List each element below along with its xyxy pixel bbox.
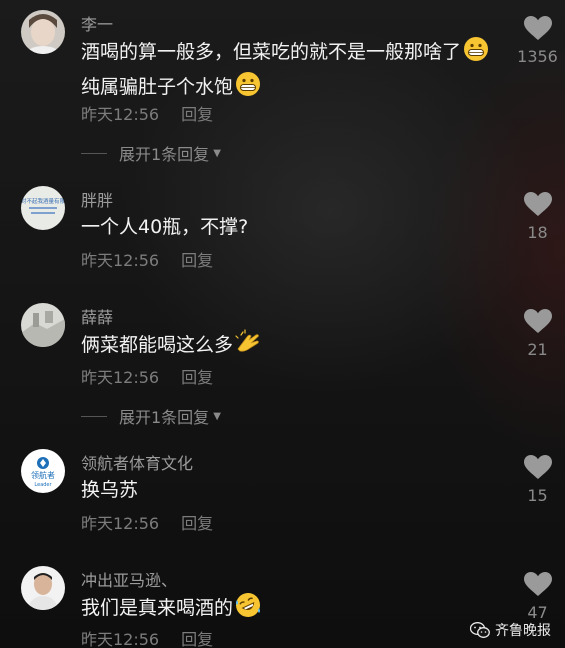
- watermark-text: 齐鲁晚报: [495, 623, 551, 639]
- grin-emoji-icon: [463, 36, 489, 71]
- comment-text-part: 俩菜都能喝这么多: [81, 334, 234, 356]
- like-count: 21: [527, 340, 548, 359]
- like-button[interactable]: 47: [510, 572, 565, 622]
- username[interactable]: 冲出亚马逊、: [81, 567, 177, 591]
- avatar-text: 领航者: [31, 470, 55, 480]
- expand-replies-button[interactable]: 展开1条回复 ▼: [81, 141, 221, 165]
- username[interactable]: 胖胖: [81, 187, 113, 211]
- like-button[interactable]: 21: [510, 309, 565, 359]
- avatar[interactable]: [21, 10, 65, 54]
- like-count: 15: [527, 486, 548, 505]
- like-count: 18: [527, 223, 548, 242]
- heart-icon: [523, 192, 552, 216]
- username[interactable]: 李一: [81, 11, 113, 35]
- avatar[interactable]: 对不起我酒量有限: [21, 186, 65, 230]
- caret-down-icon: ▼: [213, 410, 221, 422]
- like-button[interactable]: 18: [510, 192, 565, 242]
- wechat-icon: [470, 621, 490, 638]
- grin-emoji-icon: [235, 71, 261, 106]
- expand-replies-button[interactable]: 展开1条回复 ▼: [81, 404, 221, 428]
- heart-icon: [523, 572, 552, 596]
- comment-text: 一个人40瓶，不撑?: [81, 216, 249, 238]
- username[interactable]: 领航者体育文化: [81, 450, 193, 474]
- timestamp: 昨天12:56: [81, 105, 160, 124]
- comment-meta: 昨天12:56 回复: [81, 510, 213, 534]
- reply-button[interactable]: 回复: [181, 630, 213, 648]
- avatar-text: 对不起我酒量有限: [21, 197, 65, 205]
- timestamp: 昨天12:56: [81, 368, 160, 387]
- comment-meta: 昨天12:56 回复: [81, 247, 213, 271]
- like-count: 1356: [517, 47, 558, 66]
- expand-replies-label: 展开1条回复: [119, 145, 210, 164]
- comment-feed: 李一 酒喝的算一般多，但菜吃的就不是一般那啥了纯属骗肚子个水饱 昨天12:56 回…: [0, 0, 565, 648]
- divider: [81, 152, 107, 154]
- comment-text-part: 酒喝的算一般多，但菜吃的就不是一般那啥了: [81, 41, 462, 63]
- reply-button[interactable]: 回复: [181, 368, 213, 387]
- avatar[interactable]: [21, 566, 65, 610]
- clap-hand-icon: [235, 329, 261, 364]
- timestamp: 昨天12:56: [81, 251, 160, 270]
- timestamp: 昨天12:56: [81, 630, 160, 648]
- comment-meta: 昨天12:56 回复: [81, 626, 213, 648]
- avatar[interactable]: [21, 303, 65, 347]
- expand-replies-label: 展开1条回复: [119, 408, 210, 427]
- comment-text: 换乌苏: [81, 479, 139, 501]
- comment-text: 我们是真来喝酒的: [81, 592, 501, 627]
- rofl-emoji-icon: [235, 592, 261, 627]
- like-button[interactable]: 1356: [510, 16, 565, 66]
- comment-text-part: 纯属骗肚子个水饱: [81, 76, 234, 98]
- timestamp: 昨天12:56: [81, 514, 160, 533]
- heart-icon: [523, 16, 552, 40]
- username[interactable]: 薛薛: [81, 304, 113, 328]
- comment-meta: 昨天12:56 回复: [81, 101, 213, 125]
- divider: [81, 415, 107, 417]
- like-button[interactable]: 15: [510, 455, 565, 505]
- avatar[interactable]: 领航者 Leader: [21, 449, 65, 493]
- watermark: 齐鲁晚报: [470, 620, 551, 640]
- comment-text-part: 我们是真来喝酒的: [81, 597, 234, 619]
- caret-down-icon: ▼: [213, 147, 221, 159]
- heart-icon: [523, 309, 552, 333]
- comment-meta: 昨天12:56 回复: [81, 364, 213, 388]
- comment-text: 俩菜都能喝这么多: [81, 329, 501, 364]
- heart-icon: [523, 455, 552, 479]
- reply-button[interactable]: 回复: [181, 105, 213, 124]
- comment-text: 酒喝的算一般多，但菜吃的就不是一般那啥了纯属骗肚子个水饱: [81, 36, 501, 106]
- avatar-text: Leader: [34, 482, 52, 488]
- reply-button[interactable]: 回复: [181, 514, 213, 533]
- reply-button[interactable]: 回复: [181, 251, 213, 270]
